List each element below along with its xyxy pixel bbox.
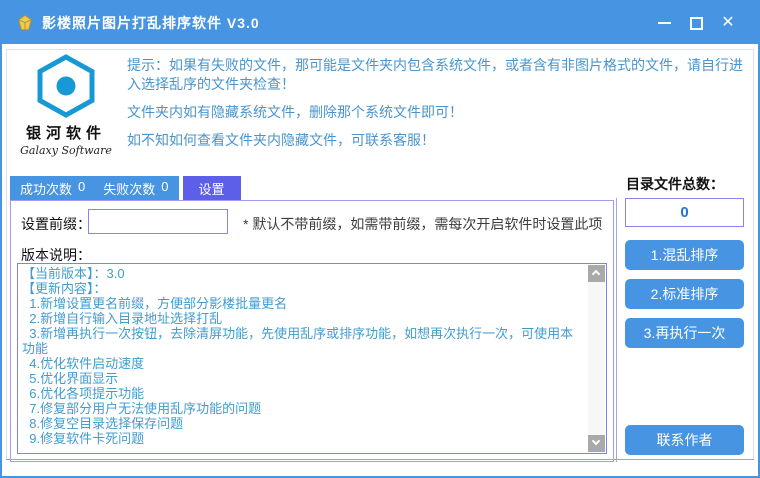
brand-name-cn: 银河软件	[10, 122, 122, 143]
standard-sort-button[interactable]: 2.标准排序	[625, 279, 744, 309]
contact-author-button[interactable]: 联系作者	[625, 425, 744, 455]
panel-divider	[616, 198, 617, 462]
tab-bar: 成功次数 0 失败次数 0 设置	[10, 176, 241, 200]
tips-block: 提示：如果有失败的文件，那可能是文件夹内包含系统文件，或者含有非图片格式的文件，…	[127, 56, 746, 159]
scroll-up-button[interactable]	[588, 265, 605, 282]
prefix-note: * 默认不带前缀，如需带前缀，需每次开启软件时设置此项	[243, 214, 602, 234]
version-notes-box: 【当前版本】：3.0 【更新内容】： 1.新增设置更名前缀，方便部分影楼批量更名…	[17, 263, 607, 454]
minimize-icon	[658, 22, 671, 24]
actions-panel: 目录文件总数： 0 1.混乱排序 2.标准排序 3.再执行一次 联系作者	[616, 174, 752, 462]
chevron-up-icon	[592, 270, 600, 278]
chevron-down-icon	[592, 437, 600, 445]
hexagon-logo-icon	[35, 54, 97, 118]
shuffle-sort-button[interactable]: 1.混乱排序	[625, 240, 744, 270]
version-notes-label: 版本说明：	[21, 245, 91, 265]
tab-settings[interactable]: 设置	[183, 176, 241, 200]
content-area: 银河软件 Galaxy Software 提示：如果有失败的文件，那可能是文件夹…	[4, 44, 756, 474]
close-icon: ✕	[721, 15, 734, 31]
maximize-icon	[690, 17, 703, 30]
success-count-label: 成功次数	[20, 179, 72, 198]
run-again-button[interactable]: 3.再执行一次	[625, 318, 744, 348]
app-gem-icon	[16, 15, 34, 31]
tip-line-2: 文件夹内如有隐藏系统文件，删除那个系统文件即可！	[127, 103, 746, 122]
titlebar: 影楼照片图片打乱排序软件 V3.0 ✕	[2, 2, 758, 44]
settings-panel: 设置前缀： * 默认不带前缀，如需带前缀，需每次开启软件时设置此项 版本说明： …	[10, 200, 614, 462]
bottom-divider	[6, 459, 754, 460]
window-controls: ✕	[648, 2, 758, 44]
app-window: 影楼照片图片打乱排序软件 V3.0 ✕ 银河软件 Galaxy Software…	[0, 0, 760, 478]
tab-fail-count[interactable]: 失败次数 0	[103, 179, 168, 198]
maximize-button[interactable]	[680, 2, 712, 44]
brand-name-en: Galaxy Software	[10, 144, 122, 157]
tip-line-1: 提示：如果有失败的文件，那可能是文件夹内包含系统文件，或者含有非图片格式的文件，…	[127, 56, 746, 94]
version-notes-text: 【当前版本】：3.0 【更新内容】： 1.新增设置更名前缀，方便部分影楼批量更名…	[22, 266, 584, 451]
tab-counters: 成功次数 0 失败次数 0	[10, 176, 179, 200]
success-count-value: 0	[78, 179, 85, 198]
prefix-row: 设置前缀： * 默认不带前缀，如需带前缀，需每次开启软件时设置此项	[11, 209, 613, 235]
minimize-button[interactable]	[648, 2, 680, 44]
total-files-value: 0	[625, 198, 744, 227]
prefix-label: 设置前缀：	[21, 214, 91, 234]
tab-success-count[interactable]: 成功次数 0	[20, 179, 85, 198]
tab-settings-label: 设置	[199, 179, 225, 198]
fail-count-label: 失败次数	[103, 179, 155, 198]
prefix-input[interactable]	[88, 209, 228, 234]
tip-line-3: 如不知如何查看文件夹内隐藏文件，可联系客服！	[127, 131, 746, 150]
scroll-down-button[interactable]	[588, 435, 605, 452]
notes-scrollbar[interactable]	[588, 265, 605, 452]
window-title: 影楼照片图片打乱排序软件 V3.0	[42, 13, 260, 33]
brand-block: 银河软件 Galaxy Software	[10, 54, 122, 157]
fail-count-value: 0	[161, 179, 168, 198]
total-files-label: 目录文件总数：	[626, 174, 724, 194]
close-button[interactable]: ✕	[712, 2, 744, 44]
